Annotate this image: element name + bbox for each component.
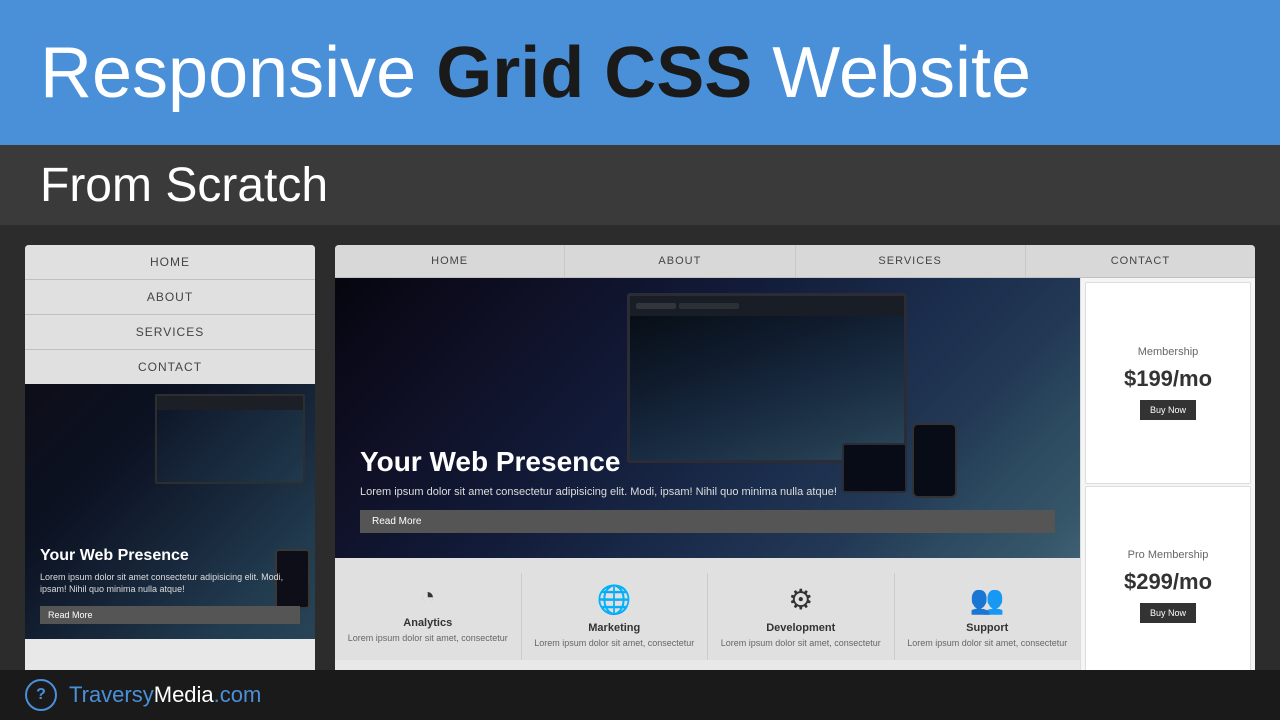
service-development: ⚙ Development Lorem ipsum dolor sit amet… xyxy=(708,573,895,660)
mobile-read-more-button[interactable]: Read More xyxy=(40,606,300,624)
desktop-nav-about[interactable]: ABOUT xyxy=(565,245,795,277)
logo-symbol: ? xyxy=(36,686,46,704)
analytics-text: Lorem ipsum dolor sit amet, consectetur xyxy=(343,633,513,645)
pro-membership-buy-button[interactable]: Buy Now xyxy=(1140,603,1196,623)
mobile-nav-about[interactable]: ABOUT xyxy=(25,280,315,315)
desktop-hero-overlay: Your Web Presence Lorem ipsum dolor sit … xyxy=(335,278,1080,558)
desktop-nav-home[interactable]: HOME xyxy=(335,245,565,277)
logo-text: TraversyMedia.com xyxy=(69,682,261,708)
desktop-hero: Your Web Presence Lorem ipsum dolor sit … xyxy=(335,278,1080,558)
mobile-hero-overlay: Your Web Presence Lorem ipsum dolor sit … xyxy=(25,384,315,639)
pro-membership-price: $299/mo xyxy=(1096,569,1240,595)
sub-banner: From Scratch xyxy=(0,145,1280,225)
mobile-hero-text: Lorem ipsum dolor sit amet consectetur a… xyxy=(40,571,300,596)
sub-title: From Scratch xyxy=(40,158,328,213)
service-support: 👥 Support Lorem ipsum dolor sit amet, co… xyxy=(895,573,1081,660)
main-title: Responsive Grid CSS Website xyxy=(40,37,1031,109)
logo-white-text: Media xyxy=(154,682,214,707)
membership-title: Membership xyxy=(1096,346,1240,358)
logo-icon: ? xyxy=(25,679,57,711)
analytics-icon: ◔ xyxy=(343,583,513,611)
mobile-preview: HOME ABOUT SERVICES CONTACT Your Web Pre… xyxy=(25,245,315,700)
development-text: Lorem ipsum dolor sit amet, consectetur xyxy=(716,638,886,650)
top-banner: Responsive Grid CSS Website xyxy=(0,0,1280,145)
mobile-nav: HOME ABOUT SERVICES CONTACT xyxy=(25,245,315,384)
analytics-title: Analytics xyxy=(343,617,513,629)
support-title: Support xyxy=(903,622,1073,634)
desktop-preview: HOME ABOUT SERVICES CONTACT xyxy=(335,245,1255,700)
bottom-bar: ? TraversyMedia.com xyxy=(0,670,1280,720)
development-icon: ⚙ xyxy=(716,583,886,616)
sidebar-membership-card: Membership $199/mo Buy Now xyxy=(1085,282,1251,484)
sidebar-pro-membership-card: Pro Membership $299/mo Buy Now xyxy=(1085,486,1251,688)
mobile-nav-contact[interactable]: CONTACT xyxy=(25,350,315,384)
marketing-text: Lorem ipsum dolor sit amet, consectetur xyxy=(530,638,700,650)
mobile-hero: Your Web Presence Lorem ipsum dolor sit … xyxy=(25,384,315,639)
pro-membership-title: Pro Membership xyxy=(1096,549,1240,561)
support-icon: 👥 xyxy=(903,583,1073,616)
logo-blue-text: Traversy xyxy=(69,682,154,707)
mobile-nav-home[interactable]: HOME xyxy=(25,245,315,280)
desktop-nav: HOME ABOUT SERVICES CONTACT xyxy=(335,245,1255,278)
desktop-read-more-button[interactable]: Read More xyxy=(360,510,1055,533)
desktop-main: Your Web Presence Lorem ipsum dolor sit … xyxy=(335,278,1080,691)
membership-price: $199/mo xyxy=(1096,366,1240,392)
mobile-nav-services[interactable]: SERVICES xyxy=(25,315,315,350)
desktop-nav-contact[interactable]: CONTACT xyxy=(1026,245,1255,277)
marketing-icon: 🌐 xyxy=(530,583,700,616)
main-content: HOME ABOUT SERVICES CONTACT Your Web Pre… xyxy=(0,225,1280,720)
service-analytics: ◔ Analytics Lorem ipsum dolor sit amet, … xyxy=(335,573,522,660)
title-end: Website xyxy=(752,33,1031,113)
mobile-hero-title: Your Web Presence xyxy=(40,547,300,565)
desktop-hero-title: Your Web Presence xyxy=(360,446,1055,478)
desktop-hero-text: Lorem ipsum dolor sit amet consectetur a… xyxy=(360,486,1055,498)
membership-buy-button[interactable]: Buy Now xyxy=(1140,400,1196,420)
marketing-title: Marketing xyxy=(530,622,700,634)
service-marketing: 🌐 Marketing Lorem ipsum dolor sit amet, … xyxy=(522,573,709,660)
development-title: Development xyxy=(716,622,886,634)
desktop-nav-services[interactable]: SERVICES xyxy=(796,245,1026,277)
desktop-services: ◔ Analytics Lorem ipsum dolor sit amet, … xyxy=(335,558,1080,660)
title-highlight: Grid CSS xyxy=(436,33,752,113)
desktop-body: Your Web Presence Lorem ipsum dolor sit … xyxy=(335,278,1255,691)
support-text: Lorem ipsum dolor sit amet, consectetur xyxy=(903,638,1073,650)
desktop-sidebar: Membership $199/mo Buy Now Pro Membershi… xyxy=(1080,278,1255,691)
logo-domain: .com xyxy=(214,682,262,707)
title-start: Responsive xyxy=(40,33,436,113)
